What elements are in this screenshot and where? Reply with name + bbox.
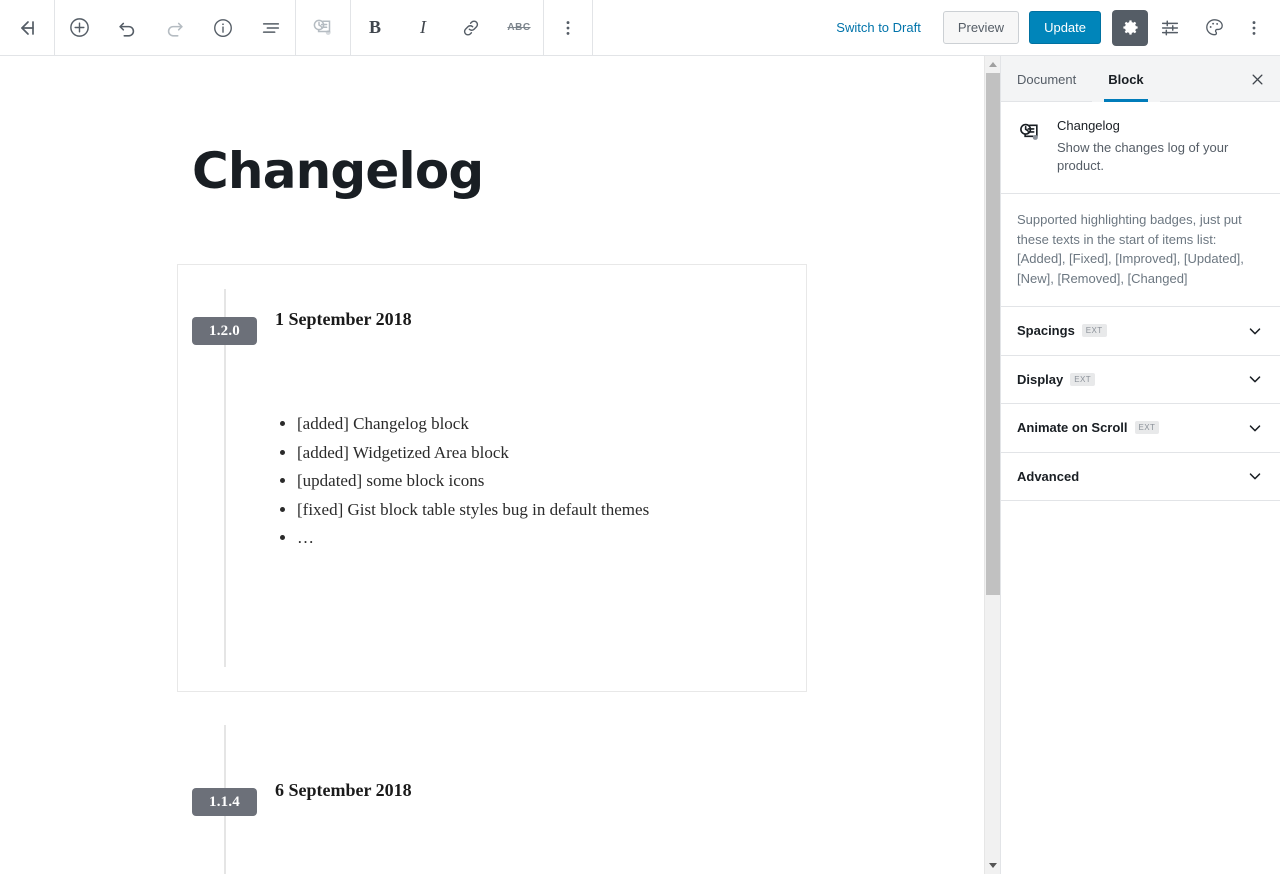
block-navigation-icon[interactable]	[247, 0, 295, 56]
scroll-down-arrow-icon[interactable]	[985, 857, 1001, 874]
editor-toolbar: B I ABC Switch to Draft Preview Update	[0, 0, 1280, 56]
block-settings-sidebar: Document Block Changelog Show the change…	[1000, 56, 1280, 874]
tab-document[interactable]: Document	[1001, 56, 1092, 102]
more-tools-options-icon[interactable]	[1236, 0, 1272, 56]
preview-button[interactable]: Preview	[942, 11, 1020, 44]
toolbar-tools-group	[55, 0, 295, 56]
panel-animate-on-scroll[interactable]: Animate on Scroll EXT	[1001, 404, 1280, 453]
changelog-block-icon	[1017, 118, 1043, 175]
entry-date[interactable]: 6 September 2018	[275, 780, 412, 801]
chevron-down-icon[interactable]	[1246, 370, 1264, 388]
panel-display[interactable]: Display EXT	[1001, 356, 1280, 404]
timeline-line	[224, 289, 226, 667]
editor-canvas[interactable]: Changelog 1.2.0 1 September 2018 [added]…	[0, 56, 1000, 874]
supported-badges-help-text: Supported highlighting badges, just put …	[1001, 194, 1280, 307]
version-badge[interactable]: 1.2.0	[192, 317, 257, 345]
changelog-block-1[interactable]: 1.2.0 1 September 2018 [added] Changelog…	[177, 264, 807, 692]
panel-spacings[interactable]: Spacings EXT	[1001, 307, 1280, 356]
bold-icon[interactable]: B	[351, 0, 399, 56]
switch-to-draft-link[interactable]: Switch to Draft	[824, 20, 933, 35]
entry-items-list[interactable]: [added] Changelog block [added] Widgetiz…	[275, 410, 649, 553]
redo-icon[interactable]	[151, 0, 199, 56]
strikethrough-icon[interactable]: ABC	[495, 0, 543, 56]
list-item[interactable]: [updated] some block icons	[297, 467, 649, 496]
list-item[interactable]: …	[297, 524, 649, 553]
ext-badge: EXT	[1134, 421, 1160, 435]
list-item[interactable]: [added] Changelog block	[297, 410, 649, 439]
block-card-title: Changelog	[1057, 118, 1120, 133]
toolbar-format-group: B I ABC	[351, 0, 543, 56]
toolbar-divider	[592, 0, 593, 56]
version-badge[interactable]: 1.1.4	[192, 788, 257, 816]
chevron-down-icon[interactable]	[1246, 467, 1264, 485]
panel-title: Advanced	[1017, 468, 1080, 484]
undo-icon[interactable]	[103, 0, 151, 56]
list-item[interactable]: [fixed] Gist block table styles bug in d…	[297, 496, 649, 525]
chevron-down-icon[interactable]	[1246, 419, 1264, 437]
changelog-block-2[interactable]: 1.1.4 6 September 2018 [added] option co…	[177, 700, 807, 874]
entry-date[interactable]: 1 September 2018	[275, 309, 412, 330]
toolbar-left-group	[0, 0, 54, 56]
info-icon[interactable]	[199, 0, 247, 56]
scroll-thumb[interactable]	[986, 73, 1000, 595]
back-to-dashboard-icon[interactable]	[0, 0, 54, 56]
ext-badge: EXT	[1070, 372, 1096, 386]
sliders-icon[interactable]	[1148, 0, 1192, 56]
italic-icon[interactable]: I	[399, 0, 447, 56]
settings-gear-icon[interactable]	[1112, 9, 1148, 46]
block-card-text: Changelog Show the changes log of your p…	[1057, 118, 1264, 175]
panel-title: Animate on Scroll	[1017, 420, 1128, 436]
block-card-description: Show the changes log of your product.	[1057, 140, 1229, 173]
canvas-scrollbar[interactable]	[984, 56, 1001, 874]
changelog-entry: 1.2.0 1 September 2018 [added] Changelog…	[178, 265, 806, 691]
palette-icon[interactable]	[1192, 0, 1236, 56]
link-icon[interactable]	[447, 0, 495, 56]
list-item[interactable]: [added] Widgetized Area block	[297, 439, 649, 468]
panel-advanced[interactable]: Advanced	[1001, 453, 1280, 501]
changelog-entry: 1.1.4 6 September 2018 [added] option co…	[178, 701, 806, 874]
panel-title: Display	[1017, 371, 1064, 387]
chevron-down-icon[interactable]	[1246, 322, 1264, 340]
toolbar-block-more-group	[544, 0, 592, 56]
close-icon[interactable]	[1242, 64, 1272, 94]
scroll-up-arrow-icon[interactable]	[985, 56, 1001, 73]
changelog-block-icon[interactable]	[296, 0, 350, 56]
add-block-icon[interactable]	[55, 0, 103, 56]
block-more-options-icon[interactable]	[544, 0, 592, 56]
page-title[interactable]: Changelog	[192, 146, 484, 196]
update-button[interactable]: Update	[1029, 11, 1101, 44]
toolbar-block-type-group	[296, 0, 350, 56]
ext-badge: EXT	[1081, 324, 1107, 338]
panel-title: Spacings	[1017, 323, 1075, 339]
sidebar-tabs: Document Block	[1001, 56, 1280, 102]
tab-block[interactable]: Block	[1092, 56, 1160, 102]
block-info-card: Changelog Show the changes log of your p…	[1001, 102, 1280, 194]
